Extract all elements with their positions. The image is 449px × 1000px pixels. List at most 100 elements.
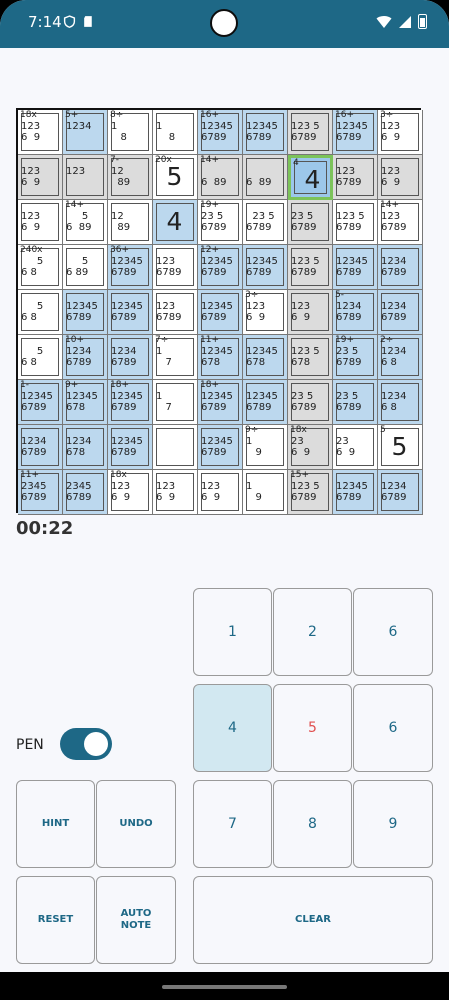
grid-cell[interactable]: 19+ 23 5 6789 [333, 335, 378, 380]
grid-cell[interactable]: 123 [63, 155, 108, 200]
grid-cell[interactable]: 123 5 6789 [288, 245, 333, 290]
grid-cell[interactable]: 12345 678 [243, 335, 288, 380]
grid-cell[interactable]: 5 6 8 [18, 290, 63, 335]
grid-cell[interactable]: 15+ 123 5 6789 [288, 470, 333, 515]
phone-screen: 7:14 18x 123 6 9 5+ 1234 8÷ 1 81 8 16+ 12345 67… [0, 0, 449, 1000]
grid-cell[interactable]: 123 6789 [153, 290, 198, 335]
grid-cell[interactable]: 18x 23 6 9 [288, 425, 333, 470]
auto-note-button[interactable]: AUTO NOTE [96, 876, 176, 964]
home-gesture-handle[interactable] [162, 985, 287, 989]
number-key-2[interactable]: 2 [273, 588, 352, 676]
grid-cell[interactable]: 11+ 2345 6789 [18, 470, 63, 515]
pencil-notes: 123 6 9 [111, 481, 131, 503]
grid-cell[interactable]: 44 [288, 155, 333, 200]
grid-cell[interactable]: 18+ 12345 6789 [198, 380, 243, 425]
grid-cell[interactable]: 12345 6789 [243, 380, 288, 425]
grid-cell[interactable]: 6 89 [243, 155, 288, 200]
grid-cell[interactable]: 3÷ 123 6 9 [243, 290, 288, 335]
grid-cell[interactable]: 11+ 12345 678 [198, 335, 243, 380]
grid-cell[interactable]: 123 5 6789 [288, 110, 333, 155]
number-key-8[interactable]: 8 [273, 780, 352, 868]
grid-cell[interactable]: 23 5 6789 [288, 200, 333, 245]
grid-cell[interactable]: 1 9 [243, 470, 288, 515]
grid-cell[interactable]: 123 6789 [153, 245, 198, 290]
grid-cell[interactable]: 1- 12345 6789 [18, 380, 63, 425]
grid-cell[interactable] [153, 425, 198, 470]
grid-cell[interactable]: 23 5 6789 [243, 200, 288, 245]
grid-cell[interactable]: 123 6 9 [198, 470, 243, 515]
grid-cell[interactable]: 8÷ 1 8 [108, 110, 153, 155]
grid-cell[interactable]: 12345 6789 [198, 290, 243, 335]
grid-cell[interactable]: 123 5 678 [288, 335, 333, 380]
grid-cell[interactable]: 23 6 9 [333, 425, 378, 470]
grid-cell[interactable]: 1234 6789 [378, 245, 423, 290]
number-key-1[interactable]: 1 [193, 588, 272, 676]
grid-cell[interactable]: 12345 6789 [198, 425, 243, 470]
grid-cell[interactable]: 1234 6789 [378, 470, 423, 515]
grid-cell[interactable]: 5 6 8 [18, 335, 63, 380]
grid-cell[interactable]: 14+ 6 89 [198, 155, 243, 200]
grid-cell[interactable]: 1234 6 8 [378, 380, 423, 425]
number-key-7[interactable]: 7 [193, 780, 272, 868]
grid-cell[interactable]: 12345 6789 [243, 245, 288, 290]
grid-cell[interactable]: 1 8 [153, 110, 198, 155]
grid-cell[interactable]: 16+ 12345 6789 [198, 110, 243, 155]
number-key-5[interactable]: 5 [273, 684, 352, 772]
grid-cell[interactable]: 12 89 [108, 200, 153, 245]
reset-button[interactable]: RESET [16, 876, 95, 964]
grid-cell[interactable]: 1234 6789 [18, 425, 63, 470]
grid-cell[interactable]: 12345 6789 [333, 245, 378, 290]
grid-cell[interactable]: 5- 1234 6789 [333, 290, 378, 335]
cage-label: 14+ [380, 200, 399, 210]
grid-cell[interactable]: 1234 678 [63, 425, 108, 470]
grid-cell[interactable]: 9÷ 1 9 [243, 425, 288, 470]
grid-cell[interactable]: 1 7 [153, 380, 198, 425]
grid-cell[interactable]: 14+ 123 6789 [378, 200, 423, 245]
grid-cell[interactable]: 12345 6789 [108, 290, 153, 335]
number-key-4[interactable]: 4 [193, 684, 272, 772]
grid-cell[interactable]: 123 6 9 [378, 155, 423, 200]
grid-cell[interactable]: 5+ 1234 [63, 110, 108, 155]
grid-cell[interactable]: 1234 6789 [108, 335, 153, 380]
grid-cell[interactable]: 12345 6789 [333, 470, 378, 515]
grid-cell[interactable]: 123 6 9 [18, 200, 63, 245]
hint-button[interactable]: HINT [16, 780, 95, 868]
grid-cell[interactable]: 4 [153, 200, 198, 245]
grid-cell[interactable]: 7- 12 89 [108, 155, 153, 200]
number-key-3[interactable]: 6 [353, 588, 433, 676]
grid-cell[interactable]: 2345 6789 [63, 470, 108, 515]
grid-cell[interactable]: 123 6 9 [18, 155, 63, 200]
grid-cell[interactable]: 2÷ 1234 6 8 [378, 335, 423, 380]
grid-cell[interactable]: 19+ 23 5 6789 [198, 200, 243, 245]
grid-cell[interactable]: 20x 5 [153, 155, 198, 200]
grid-cell[interactable]: 123 6 9 [288, 290, 333, 335]
grid-cell[interactable]: 123 6 9 [153, 470, 198, 515]
pen-toggle[interactable] [60, 728, 112, 760]
grid-cell[interactable]: 23 5 6789 [288, 380, 333, 425]
grid-cell[interactable]: 12+ 12345 6789 [198, 245, 243, 290]
number-key-9[interactable]: 9 [353, 780, 433, 868]
grid-cell[interactable]: 18+ 12345 6789 [108, 380, 153, 425]
grid-cell[interactable]: 18x 123 6 9 [108, 470, 153, 515]
grid-cell[interactable]: 55 [378, 425, 423, 470]
grid-cell[interactable]: 9+ 12345 678 [63, 380, 108, 425]
grid-cell[interactable]: 12345 6789 [63, 290, 108, 335]
grid-cell[interactable]: 10+ 1234 6789 [63, 335, 108, 380]
grid-cell[interactable]: 14+ 5 6 89 [63, 200, 108, 245]
grid-cell[interactable]: 36+ 12345 6789 [108, 245, 153, 290]
grid-cell[interactable]: 23 5 6789 [333, 380, 378, 425]
grid-cell[interactable]: 16+ 12345 6789 [333, 110, 378, 155]
clear-button[interactable]: CLEAR [193, 876, 433, 964]
grid-cell[interactable]: 12345 6789 [108, 425, 153, 470]
undo-button[interactable]: UNDO [96, 780, 176, 868]
grid-cell[interactable]: 5 6 89 [63, 245, 108, 290]
grid-cell[interactable]: 123 6789 [333, 155, 378, 200]
grid-cell[interactable]: 7÷ 1 7 [153, 335, 198, 380]
grid-cell[interactable]: 12345 6789 [243, 110, 288, 155]
number-key-6[interactable]: 6 [353, 684, 433, 772]
grid-cell[interactable]: 123 5 6789 [333, 200, 378, 245]
grid-cell[interactable]: 3÷ 123 6 9 [378, 110, 423, 155]
grid-cell[interactable]: 240x 5 6 8 [18, 245, 63, 290]
grid-cell[interactable]: 1234 6789 [378, 290, 423, 335]
grid-cell[interactable]: 18x 123 6 9 [18, 110, 63, 155]
